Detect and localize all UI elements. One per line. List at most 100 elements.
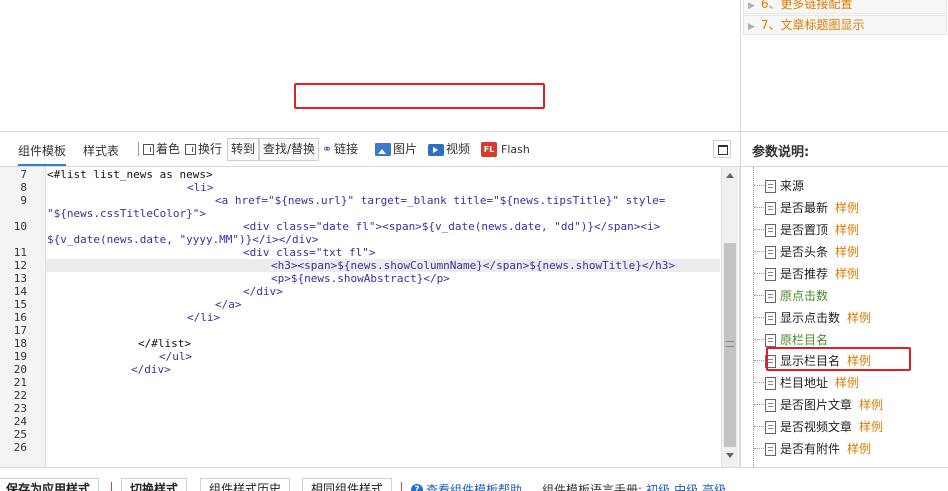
config-item-more-links[interactable]: ▶ 6、更多链接配置 bbox=[743, 0, 947, 14]
manual-beginner-link[interactable]: 初级 bbox=[646, 483, 670, 491]
tab-stylesheet[interactable]: 样式表 bbox=[83, 142, 119, 159]
document-icon bbox=[765, 442, 776, 456]
save-style-button[interactable]: 保存为应用样式 bbox=[0, 478, 100, 491]
param-example-link[interactable]: 样例 bbox=[835, 264, 859, 284]
highlight-box-param bbox=[766, 347, 911, 371]
wrap-toggle-label: 换行 bbox=[198, 142, 223, 156]
divider bbox=[401, 482, 402, 491]
param-name: 显示点击数 bbox=[780, 311, 841, 325]
tab-component-template[interactable]: 组件模板 bbox=[18, 142, 67, 166]
link-button[interactable]: ⚭ 链接 bbox=[322, 138, 358, 161]
document-icon bbox=[765, 311, 776, 325]
manual-mid-link[interactable]: 中级 bbox=[674, 483, 698, 491]
param-name: 是否置顶 bbox=[780, 223, 829, 237]
code-line: <h3><span>${news.showColumnName}</span>$… bbox=[271, 259, 675, 272]
document-icon bbox=[765, 398, 776, 412]
code-editor[interactable]: 7 8 9 10 11 12 13 14 15 16 17 18 19 20 2… bbox=[0, 167, 740, 467]
line-number: 15 bbox=[13, 298, 27, 311]
param-example-link[interactable]: 样例 bbox=[859, 395, 883, 415]
color-toggle[interactable]: 着色 bbox=[143, 138, 180, 161]
link-button-label: 链接 bbox=[334, 142, 359, 156]
link-icon: ⚭ bbox=[322, 142, 333, 156]
code-line: </li> bbox=[187, 311, 221, 324]
code-line: <div class="txt fl"> bbox=[243, 246, 376, 259]
same-component-style-button[interactable]: 相同组件样式 bbox=[302, 478, 393, 491]
wrap-toggle[interactable]: 换行 bbox=[185, 138, 222, 161]
line-number: 12 bbox=[13, 259, 27, 272]
config-item-label: 7、文章标题图显示 bbox=[760, 18, 865, 32]
line-number: 11 bbox=[13, 246, 27, 259]
video-button[interactable]: 视频 bbox=[428, 138, 470, 161]
expand-arrow-icon: ▶ bbox=[748, 1, 755, 11]
line-number: 16 bbox=[13, 311, 27, 324]
param-example-link[interactable]: 样例 bbox=[835, 220, 859, 240]
scroll-up-icon[interactable] bbox=[726, 173, 734, 178]
document-icon bbox=[765, 376, 776, 390]
highlight-box-code bbox=[294, 83, 545, 109]
flash-button[interactable]: FL Flash bbox=[481, 138, 530, 161]
param-item[interactable]: 是否置顶 样例 bbox=[754, 219, 945, 241]
code-line: "${news.cssTitleColor}"> bbox=[47, 207, 206, 220]
line-number: 8 bbox=[20, 181, 27, 194]
param-name: 是否推荐 bbox=[780, 267, 829, 281]
param-item[interactable]: 是否推荐 样例 bbox=[754, 263, 945, 285]
param-name: 是否头条 bbox=[780, 245, 829, 259]
params-title: 参数说明: bbox=[752, 145, 810, 160]
document-icon bbox=[765, 223, 776, 237]
line-number: 22 bbox=[13, 389, 27, 402]
param-item[interactable]: 是否视频文章 样例 bbox=[754, 416, 945, 438]
code-line: </#list> bbox=[138, 337, 191, 350]
upper-blank-area bbox=[0, 0, 740, 131]
params-header: 参数说明: bbox=[740, 131, 948, 167]
param-name: 栏目地址 bbox=[780, 376, 829, 390]
maximize-icon[interactable] bbox=[713, 140, 731, 158]
param-example-link[interactable]: 样例 bbox=[859, 417, 883, 437]
code-line: </div> bbox=[243, 285, 283, 298]
param-name: 是否图片文章 bbox=[780, 398, 853, 412]
config-item-title-image[interactable]: ▶ 7、文章标题图显示 bbox=[743, 15, 947, 35]
param-example-link[interactable]: 样例 bbox=[835, 242, 859, 262]
flash-button-label: Flash bbox=[501, 143, 530, 156]
param-item[interactable]: 是否最新 样例 bbox=[754, 197, 945, 219]
code-line: <li> bbox=[187, 181, 214, 194]
image-icon bbox=[375, 143, 391, 156]
param-example-link[interactable]: 样例 bbox=[835, 198, 859, 218]
image-button[interactable]: 图片 bbox=[375, 138, 417, 161]
line-number: 21 bbox=[13, 376, 27, 389]
color-toggle-label: 着色 bbox=[156, 142, 181, 156]
goto-button[interactable]: 转到 bbox=[227, 138, 260, 161]
document-icon bbox=[765, 179, 776, 193]
divider bbox=[111, 482, 112, 491]
video-icon bbox=[428, 143, 444, 156]
help-icon: ? bbox=[411, 483, 423, 491]
switch-style-button[interactable]: 切换样式 bbox=[121, 478, 188, 491]
scroll-down-icon[interactable] bbox=[726, 453, 734, 458]
param-item[interactable]: 来源 bbox=[754, 175, 945, 197]
flash-icon: FL bbox=[481, 142, 497, 157]
param-item[interactable]: 显示点击数 样例 bbox=[754, 307, 945, 329]
param-item[interactable]: 是否有附件 样例 bbox=[754, 438, 945, 460]
param-name: 来源 bbox=[780, 179, 805, 193]
param-example-link[interactable]: 样例 bbox=[847, 439, 871, 459]
param-item[interactable]: 是否头条 样例 bbox=[754, 241, 945, 263]
param-name: 是否最新 bbox=[780, 201, 829, 215]
bottom-action-bar: 保存为应用样式 切换样式 组件样式历史 相同组件样式 ? 查看组件模板帮助 组件模… bbox=[0, 467, 948, 491]
template-help-link[interactable]: ? 查看组件模板帮助 bbox=[411, 481, 522, 491]
code-line: <p>${news.showAbstract}</p> bbox=[271, 272, 450, 285]
code-line: </a> bbox=[215, 298, 242, 311]
param-item[interactable]: 栏目地址 样例 bbox=[754, 372, 945, 394]
manual-advanced-link[interactable]: 高级 bbox=[702, 483, 726, 491]
line-number: 23 bbox=[13, 402, 27, 415]
help-link-label: 查看组件模板帮助 bbox=[426, 483, 523, 491]
param-item[interactable]: 是否图片文章 样例 bbox=[754, 394, 945, 416]
template-manual: 组件模板语言手册: 初级 中级 高级 bbox=[542, 481, 726, 491]
document-icon bbox=[765, 267, 776, 281]
component-history-button[interactable]: 组件样式历史 bbox=[200, 478, 291, 491]
code-line: <a href="${news.url}" target=_blank titl… bbox=[215, 194, 666, 207]
param-item[interactable]: 原点击数 bbox=[754, 285, 945, 307]
find-replace-button[interactable]: 查找/替换 bbox=[259, 138, 320, 161]
editor-scrollbar[interactable] bbox=[721, 167, 738, 467]
param-example-link[interactable]: 样例 bbox=[835, 373, 859, 393]
param-example-link[interactable]: 样例 bbox=[847, 308, 871, 328]
line-number: 18 bbox=[13, 337, 27, 350]
